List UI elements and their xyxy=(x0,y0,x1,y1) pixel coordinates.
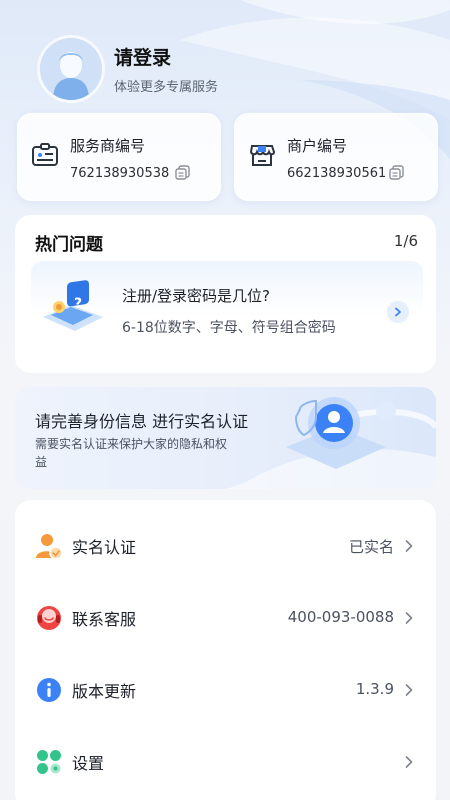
provider-code-value: 762138930538 xyxy=(70,166,170,181)
chevron-right-icon xyxy=(395,307,401,317)
copy-icon[interactable] xyxy=(175,165,190,180)
headset-icon xyxy=(37,606,61,630)
avatar[interactable] xyxy=(40,38,102,100)
faq-question: 注册/登录密码是几位? xyxy=(122,287,271,305)
chevron-right-icon xyxy=(405,540,413,552)
provider-code-card: 服务商编号 762138930538 xyxy=(17,113,221,201)
chevron-right-icon xyxy=(405,684,413,696)
merchant-code-value: 662138930561 xyxy=(287,166,387,181)
menu-label: 设置 xyxy=(72,754,105,773)
chevron-right-icon xyxy=(405,756,413,768)
merchant-code-label: 商户编号 xyxy=(287,137,348,155)
settings-grid-icon xyxy=(37,750,61,774)
menu-value: 已实名 xyxy=(348,538,394,556)
id-card-icon xyxy=(32,143,58,166)
menu-item-real-name[interactable]: 实名认证 已实名 xyxy=(15,510,436,582)
storefront-icon xyxy=(249,145,276,166)
settings-menu: 实名认证 已实名 联系客服 400-093-0088 版本更新 1.3.9 设置 xyxy=(15,500,436,800)
question-illustration-icon: ? xyxy=(43,280,103,331)
chevron-right-icon xyxy=(405,612,413,624)
verify-identity-banner[interactable]: 请完善身份信息 进行实名认证 需要实名认证来保护大家的隐私和权益 xyxy=(15,387,436,489)
provider-code-label: 服务商编号 xyxy=(70,137,146,155)
menu-label: 联系客服 xyxy=(72,610,137,629)
faq-item[interactable]: ? 注册/登录密码是几位? 6-18位数字、字母、符号组合密码 xyxy=(31,261,423,353)
hot-questions-card: 热门问题 1/6 ? 注册/登录密码是几位? 6-18位数字、字母、符号组合密码 xyxy=(15,215,436,373)
svg-text:?: ? xyxy=(74,296,82,312)
login-subtitle: 体验更多专属服务 xyxy=(114,80,219,95)
menu-item-settings[interactable]: 设置 xyxy=(15,726,436,798)
merchant-code-card: 商户编号 662138930561 xyxy=(234,113,438,201)
faq-answer: 6-18位数字、字母、符号组合密码 xyxy=(122,320,336,336)
menu-value: 400-093-0088 xyxy=(287,608,394,626)
menu-value: 1.3.9 xyxy=(355,680,394,698)
hot-questions-title: 热门问题 xyxy=(35,235,103,255)
menu-item-customer-service[interactable]: 联系客服 400-093-0088 xyxy=(15,582,436,654)
menu-item-version-update[interactable]: 版本更新 1.3.9 xyxy=(15,654,436,726)
copy-icon[interactable] xyxy=(389,165,404,180)
info-icon xyxy=(37,678,61,702)
banner-title: 请完善身份信息 进行实名认证 xyxy=(35,412,249,431)
login-header[interactable]: 请登录 体验更多专属服务 xyxy=(40,38,218,100)
user-verified-icon xyxy=(36,534,63,560)
identity-shield-illustration-icon xyxy=(226,397,436,489)
menu-label: 实名认证 xyxy=(72,538,137,557)
user-avatar-icon xyxy=(40,38,102,100)
menu-label: 版本更新 xyxy=(72,682,137,701)
login-title[interactable]: 请登录 xyxy=(114,43,218,70)
question-counter: 1/6 xyxy=(393,232,418,250)
faq-next-button[interactable] xyxy=(387,301,409,323)
banner-subtitle: 需要实名认证来保护大家的隐私和权益 xyxy=(35,437,228,469)
